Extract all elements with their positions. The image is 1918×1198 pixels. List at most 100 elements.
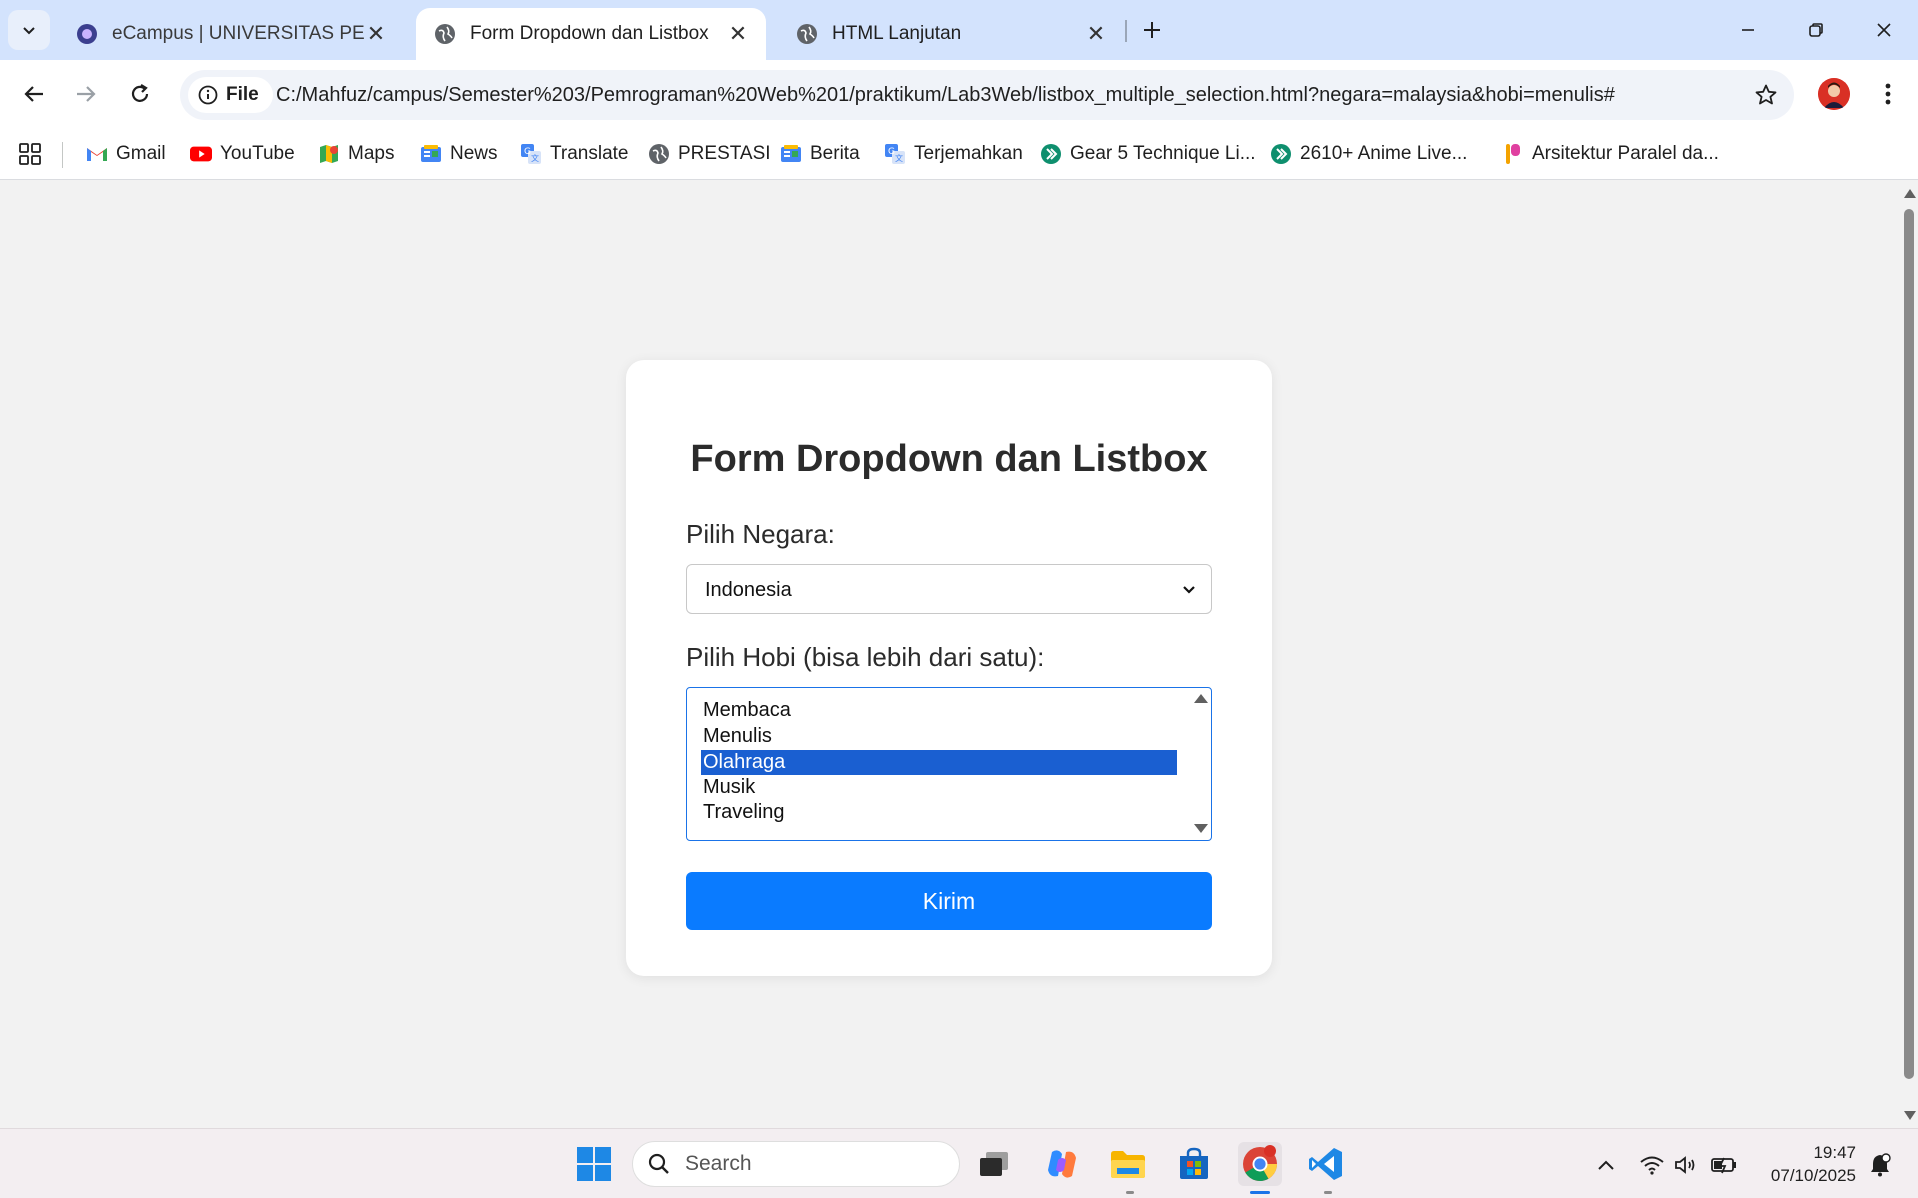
bookmark-star-button[interactable]: [1752, 81, 1780, 109]
translate-icon: G文: [520, 143, 542, 165]
hobby-option-traveling[interactable]: Traveling: [701, 800, 1177, 825]
url-text: C:/Mahfuz/campus/Semester%203/Pemrograma…: [276, 84, 1615, 106]
bookmark-arsitektur[interactable]: Arsitektur Paralel da...: [1502, 138, 1719, 170]
bookmark-prestasi[interactable]: PRESTASI: [648, 138, 771, 170]
clock-date: 07/10/2025: [1770, 1166, 1856, 1185]
task-view-button[interactable]: [972, 1142, 1016, 1186]
browser-toolbar: File C:/Mahfuz/campus/Semester%203/Pemro…: [0, 60, 1918, 128]
bookmark-label: Gmail: [116, 143, 166, 164]
close-window-button[interactable]: [1850, 0, 1918, 60]
site-info-chip[interactable]: File: [188, 77, 273, 113]
forward-button[interactable]: [66, 74, 106, 114]
form-title: Form Dropdown dan Listbox: [690, 438, 1208, 480]
reload-icon: [131, 84, 149, 102]
tab-title: HTML Lanjutan: [832, 23, 962, 44]
bookmark-label: Translate: [550, 143, 629, 164]
bookmark-terjemahkan[interactable]: G文 Terjemahkan: [884, 138, 1023, 170]
hobby-option-musik[interactable]: Musik: [701, 775, 1177, 800]
taskbar-search[interactable]: Search: [632, 1141, 960, 1187]
apps-button[interactable]: [18, 138, 42, 170]
vscode-button[interactable]: [1304, 1142, 1348, 1186]
store-icon: [1180, 1147, 1208, 1179]
form-card: Form Dropdown dan Listbox Pilih Negara: …: [626, 360, 1272, 976]
copilot-button[interactable]: [1040, 1142, 1084, 1186]
address-bar[interactable]: File C:/Mahfuz/campus/Semester%203/Pemro…: [180, 70, 1794, 120]
new-tab-button[interactable]: [1134, 12, 1170, 48]
country-select[interactable]: Indonesia: [686, 564, 1212, 614]
gmail-icon: [86, 143, 108, 165]
svg-text:文: 文: [531, 153, 539, 163]
bookmark-gear5[interactable]: Gear 5 Technique Li...: [1040, 138, 1256, 170]
translate-icon: G文: [884, 143, 906, 165]
scroll-up-arrow-icon[interactable]: [1194, 694, 1208, 703]
system-clock[interactable]: 19:47 07/10/2025: [1756, 1141, 1856, 1187]
tab-form-dropdown[interactable]: Form Dropdown dan Listbox ✕: [416, 8, 766, 60]
tab-title: eCampus | UNIVERSITAS PELITA: [112, 23, 366, 44]
hobby-option-menulis[interactable]: Menulis: [701, 724, 1177, 749]
file-explorer-button[interactable]: [1106, 1142, 1150, 1186]
tab-html-lanjutan[interactable]: HTML Lanjutan ✕: [778, 8, 1124, 60]
hobby-listbox[interactable]: Membaca Menulis Olahraga Musik Traveling: [686, 687, 1212, 841]
close-tab-icon[interactable]: ✕: [728, 21, 748, 46]
minimize-button[interactable]: [1714, 0, 1782, 60]
close-tab-icon[interactable]: ✕: [1086, 21, 1106, 46]
bookmark-label: 2610+ Anime Live...: [1300, 143, 1468, 164]
bookmark-label: Maps: [348, 143, 395, 164]
chrome-button[interactable]: [1238, 1142, 1282, 1186]
arrow-badge-icon: [1040, 143, 1062, 165]
bookmarks-bar: Gmail YouTube Maps News G文 Translate PRE…: [0, 128, 1918, 180]
scroll-up-arrow-icon[interactable]: [1904, 189, 1916, 198]
restore-button[interactable]: [1782, 0, 1850, 60]
hobby-option-membaca[interactable]: Membaca: [701, 698, 1177, 723]
bookmark-maps[interactable]: Maps: [318, 138, 394, 170]
microsoft-store-button[interactable]: [1172, 1142, 1216, 1186]
battery-status[interactable]: [1710, 1151, 1738, 1179]
chevron-up-icon: [1598, 1160, 1614, 1170]
active-app-indicator: [1250, 1191, 1270, 1194]
close-tab-icon[interactable]: ✕: [366, 21, 386, 46]
star-icon: [1755, 84, 1777, 105]
running-indicator: [1324, 1191, 1332, 1194]
reload-button[interactable]: [120, 74, 160, 114]
bookmark-label: Gear 5 Technique Li...: [1070, 143, 1256, 164]
news-icon: [780, 143, 802, 165]
bookmark-berita[interactable]: Berita: [780, 138, 860, 170]
windows-taskbar: Search 19:47 07/10/2025: [0, 1128, 1918, 1198]
browser-menu-button[interactable]: [1872, 76, 1904, 112]
country-label: Pilih Negara:: [686, 519, 835, 549]
more-vertical-icon: [1885, 83, 1891, 105]
bookmark-gmail[interactable]: Gmail: [86, 138, 166, 170]
hobby-option-olahraga[interactable]: Olahraga: [701, 750, 1177, 775]
back-button[interactable]: [14, 74, 54, 114]
volume-status[interactable]: [1672, 1151, 1700, 1179]
scrollbar-thumb[interactable]: [1904, 209, 1914, 1079]
search-placeholder: Search: [685, 1152, 752, 1175]
submit-button[interactable]: Kirim: [686, 872, 1212, 930]
notifications-button[interactable]: [1866, 1151, 1894, 1179]
tab-search-button[interactable]: [8, 10, 50, 50]
svg-text:G: G: [888, 147, 895, 157]
page-scrollbar[interactable]: [1900, 181, 1918, 1128]
scheme-label: File: [226, 84, 259, 105]
clock-time: 19:47: [1813, 1143, 1856, 1162]
scroll-down-arrow-icon[interactable]: [1904, 1111, 1916, 1120]
task-view-icon: [980, 1152, 1008, 1176]
tab-title: Form Dropdown dan Listbox: [470, 23, 709, 44]
bookmark-anime-live[interactable]: 2610+ Anime Live...: [1270, 138, 1467, 170]
bookmark-label: Arsitektur Paralel da...: [1532, 143, 1719, 164]
profile-avatar[interactable]: [1818, 78, 1850, 110]
show-hidden-icons-button[interactable]: [1592, 1151, 1620, 1179]
hobby-label: Pilih Hobi (bisa lebih dari satu):: [686, 642, 1045, 672]
tab-divider: [1125, 20, 1127, 42]
bookmark-translate[interactable]: G文 Translate: [520, 138, 629, 170]
windows-logo-icon: [577, 1147, 611, 1181]
scroll-down-arrow-icon[interactable]: [1194, 824, 1208, 833]
tab-ecampus[interactable]: eCampus | UNIVERSITAS PELITA ✕: [58, 8, 404, 60]
start-button[interactable]: [572, 1142, 616, 1186]
bookmark-news[interactable]: News: [420, 138, 498, 170]
battery-charging-icon: [1711, 1157, 1736, 1174]
bookmark-youtube[interactable]: YouTube: [190, 138, 295, 170]
university-logo-icon: [76, 23, 98, 45]
wifi-status[interactable]: [1638, 1151, 1666, 1179]
listbox-scrollbar[interactable]: [1189, 688, 1211, 839]
